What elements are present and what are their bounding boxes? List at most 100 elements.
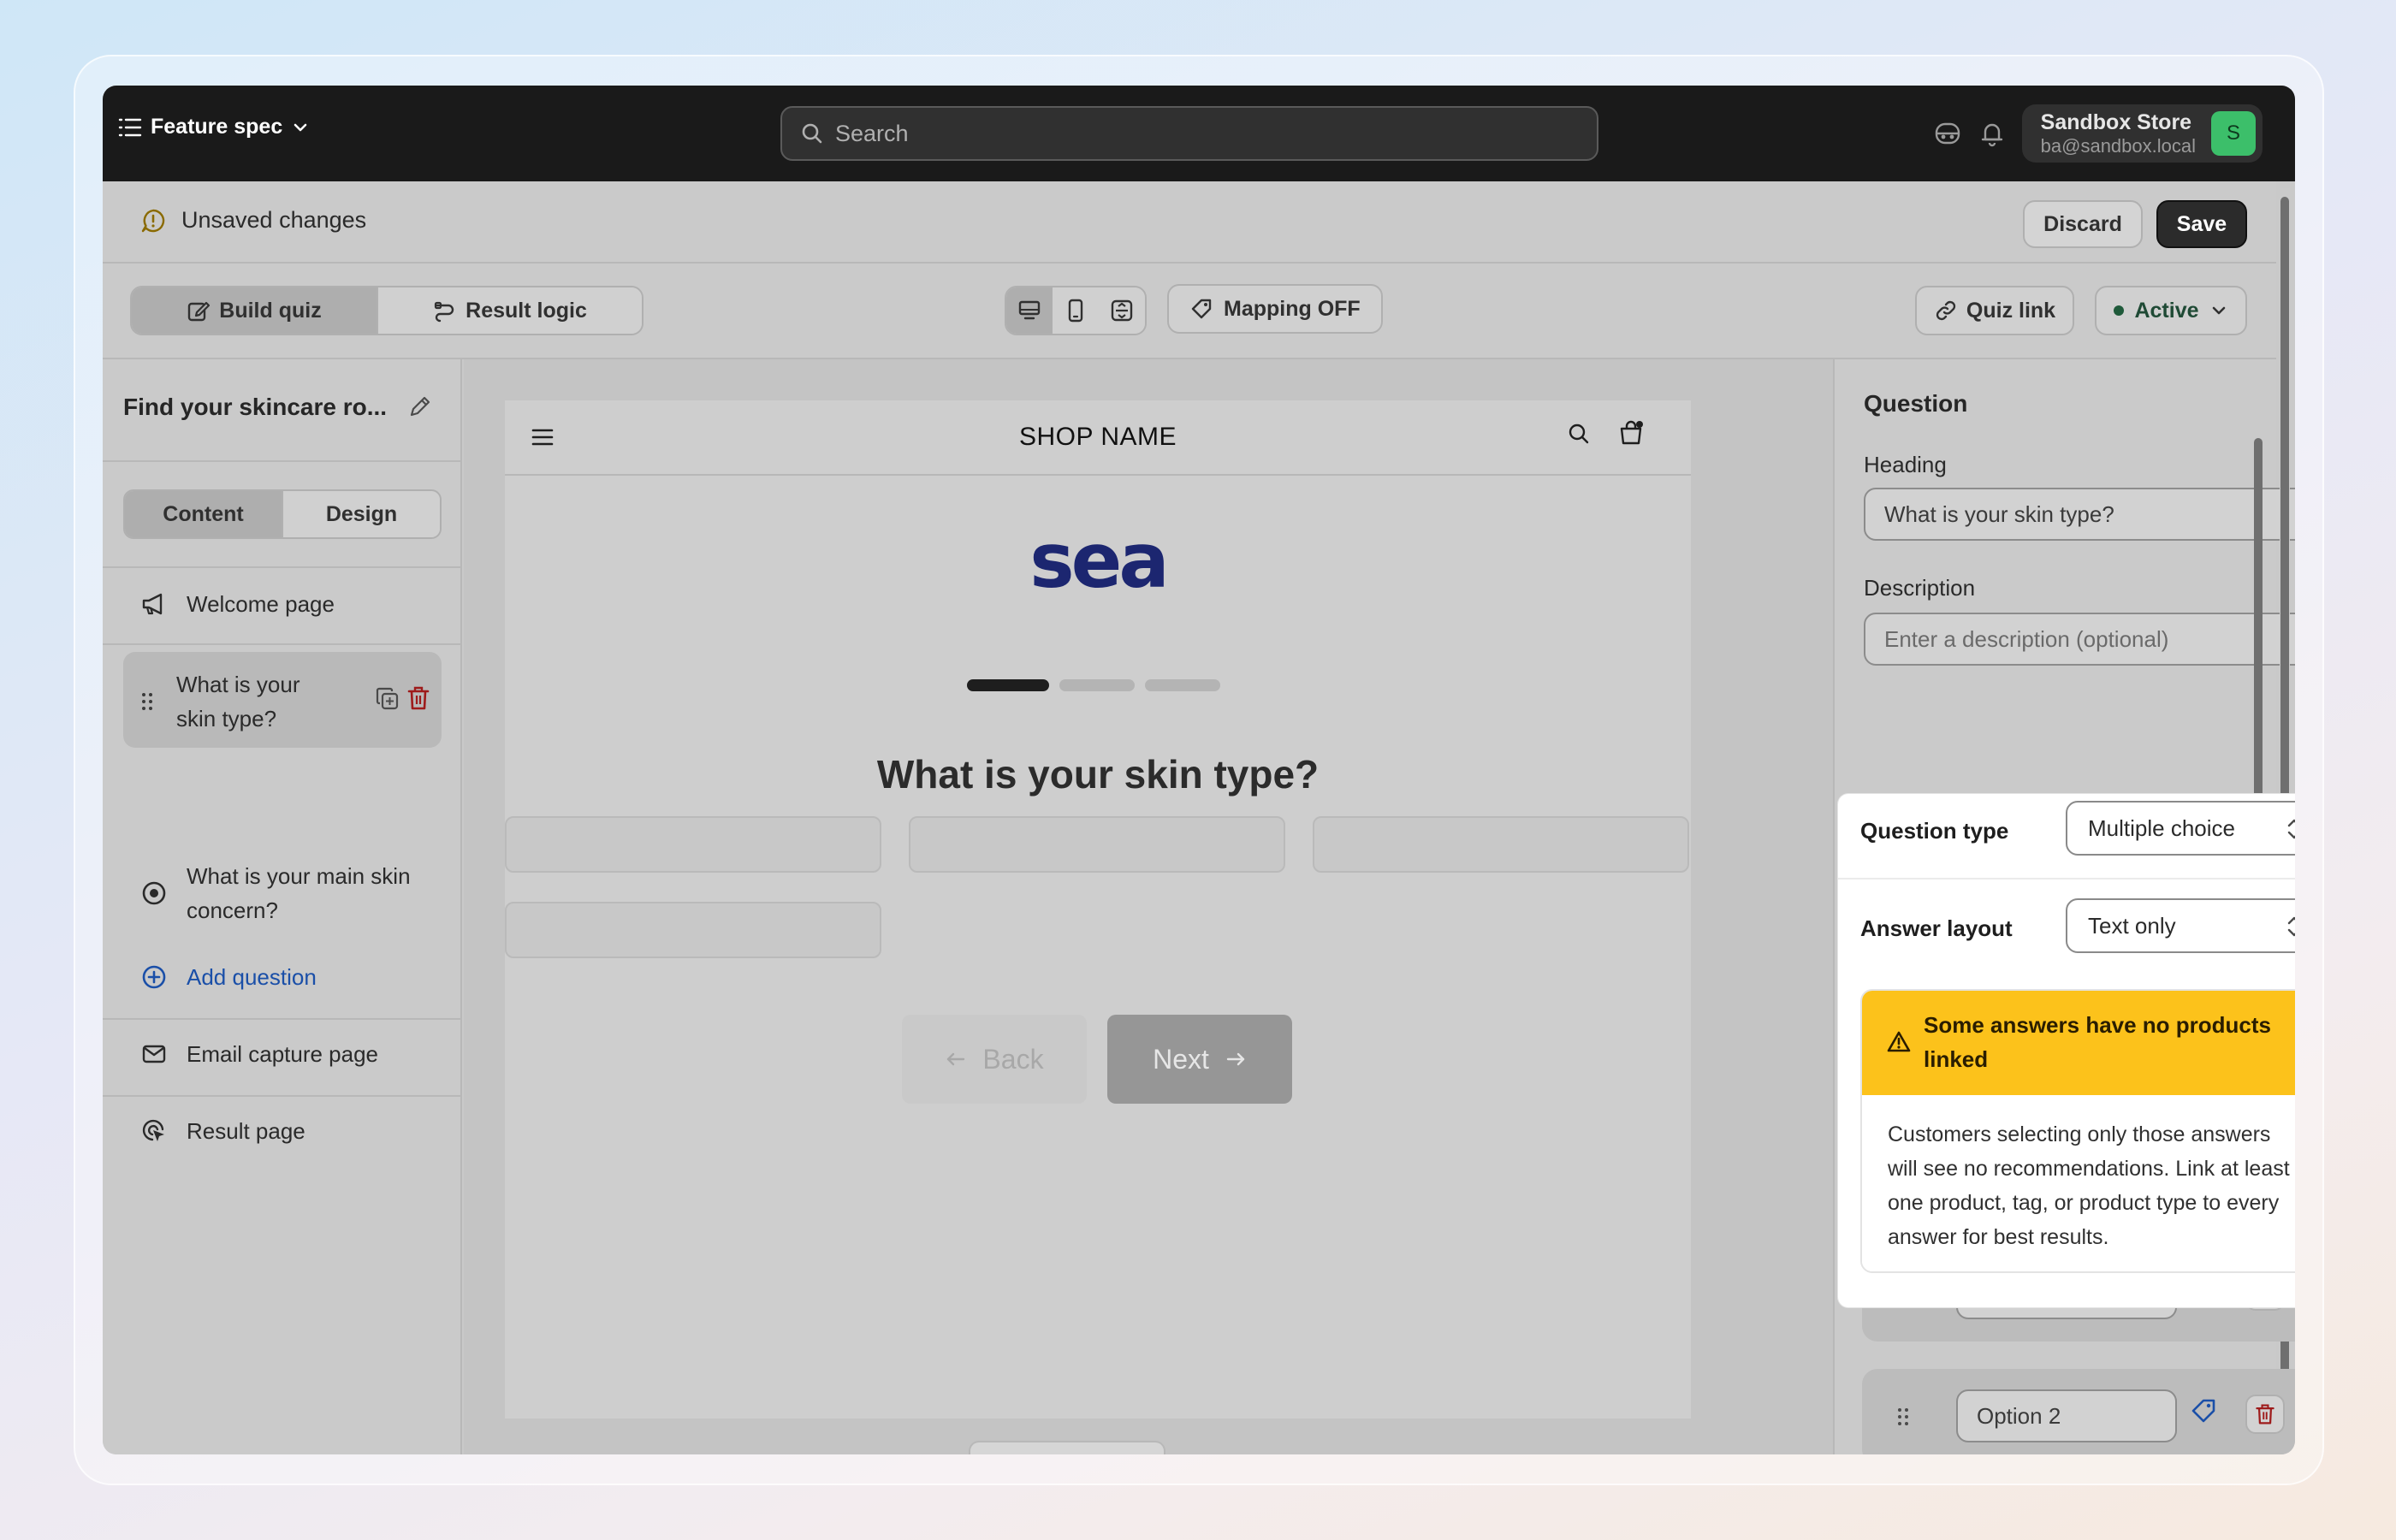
store-email: ba@sandbox.local <box>2040 134 2196 157</box>
warning-title: Some answers have no products linked <box>1924 1012 2272 1072</box>
tag-icon <box>1191 299 1212 319</box>
sidekick-icon[interactable] <box>1933 119 1962 148</box>
tab-design[interactable]: Design <box>282 491 440 537</box>
status-label: Active <box>2134 298 2199 323</box>
divider <box>103 1095 462 1097</box>
tag-icon[interactable] <box>2189 1396 2218 1425</box>
drag-handle-icon[interactable] <box>140 691 154 712</box>
megaphone-icon <box>142 593 163 615</box>
sidebar-item-label: What is your skin type? <box>176 672 300 732</box>
progress-step <box>1059 679 1135 691</box>
tab-build-quiz[interactable]: Build quiz <box>132 287 377 334</box>
answer-placeholder[interactable] <box>909 816 1285 873</box>
shop-name: SHOP NAME <box>1019 423 1177 451</box>
back-button[interactable]: Back <box>902 1015 1087 1104</box>
fullscreen-view-button[interactable] <box>1099 287 1145 334</box>
arrow-left-icon <box>947 1052 965 1066</box>
question-type-label: Question type <box>1860 818 2009 844</box>
question-type-card: Question type Multiple choice Answer lay… <box>1838 794 2295 1307</box>
next-button[interactable]: Next <box>1107 1015 1292 1104</box>
description-label: Description <box>1864 575 1976 601</box>
store-name: Sandbox Store <box>2040 110 2192 134</box>
sidebar-item-label: Email capture page <box>187 1040 379 1067</box>
bell-icon[interactable] <box>1978 119 2007 148</box>
save-button[interactable]: Save <box>2156 200 2247 248</box>
trash-icon[interactable] <box>406 684 431 712</box>
status-dot <box>2114 305 2125 316</box>
divider <box>103 460 462 462</box>
device-switch <box>1005 286 1147 335</box>
divider <box>103 643 462 645</box>
chevron-down-icon <box>294 123 307 131</box>
discard-button[interactable]: Discard <box>2023 200 2143 248</box>
search-icon <box>1569 424 1589 444</box>
store-switcher[interactable]: Sandbox Store ba@sandbox.local S <box>2021 104 2263 163</box>
warning-icon <box>1887 1031 1911 1052</box>
quiz-preview-area: SHOP NAME sea What is your skin type? Ba… <box>464 359 1833 1454</box>
avatar: S <box>2211 111 2256 156</box>
cart-icon <box>1620 420 1643 445</box>
quiz-link-button[interactable]: Quiz link <box>1915 286 2074 335</box>
sidebar-item-welcome-page[interactable]: Welcome page <box>140 590 335 618</box>
trash-icon <box>2256 1404 2274 1424</box>
tab-build-quiz-label: Build quiz <box>219 298 322 323</box>
panel-title: Question <box>1864 390 1968 417</box>
duplicate-icon[interactable] <box>375 686 400 712</box>
expand-icon <box>1111 299 1133 322</box>
next-label: Next <box>1153 1043 1209 1075</box>
warning-title-bar: Some answers have no products linked <box>1862 991 2295 1095</box>
answer-layout-select[interactable]: Text only <box>2066 898 2295 953</box>
edit-icon <box>188 301 211 322</box>
sidebar-item-email-capture[interactable]: Email capture page <box>140 1040 378 1068</box>
select-chevron-icon <box>2287 819 2295 839</box>
sidebar-item-question-2[interactable]: What is your main skin concern? <box>140 859 426 927</box>
sidebar-item-result-page[interactable]: Result page <box>140 1117 305 1145</box>
question-type-value: Multiple choice <box>2088 814 2235 841</box>
drag-handle-icon[interactable] <box>1896 1407 1910 1427</box>
delete-option-button[interactable] <box>2245 1395 2285 1434</box>
sidebar-item-label: Welcome page <box>187 590 335 617</box>
storefront-preview: SHOP NAME sea What is your skin type? Ba… <box>505 400 1691 1419</box>
answer-placeholder[interactable] <box>505 902 881 958</box>
add-question-button[interactable]: Add question <box>140 963 317 991</box>
sidebar-item-label: What is your main skin concern? <box>187 863 411 923</box>
mail-icon <box>142 1045 166 1063</box>
warning-body: Customers selecting only those answers w… <box>1862 1095 2295 1271</box>
app-window: Feature spec Search Sandbox Store ba@san… <box>103 86 2295 1454</box>
mapping-label: Mapping OFF <box>1224 296 1361 321</box>
link-icon <box>1936 300 1956 321</box>
preview-drawer-handle[interactable] <box>969 1441 1165 1454</box>
heading-field[interactable]: What is your skin type? <box>1864 488 2295 541</box>
radio-icon <box>142 881 166 905</box>
desktop-view-button[interactable] <box>1006 287 1053 334</box>
quiz-link-label: Quiz link <box>1966 298 2056 323</box>
tab-result-logic-label: Result logic <box>466 298 587 323</box>
quiz-title: Find your skincare ro... <box>123 394 388 420</box>
description-field[interactable]: Enter a description (optional) <box>1864 613 2295 666</box>
search-placeholder: Search <box>835 120 909 146</box>
status-dropdown[interactable]: Active <box>2095 286 2247 335</box>
tab-content[interactable]: Content <box>125 491 282 537</box>
tab-result-logic[interactable]: Result logic <box>377 287 642 334</box>
target-cursor-icon <box>142 1119 164 1141</box>
left-sidebar: Find your skincare ro... Content Design … <box>103 359 462 1454</box>
divider <box>1838 878 2295 880</box>
search-input[interactable]: Search <box>780 106 1598 161</box>
answer-placeholder[interactable] <box>1313 816 1689 873</box>
sidebar-item-question-1[interactable]: What is your skin type? <box>123 652 442 748</box>
question-type-select[interactable]: Multiple choice <box>2066 801 2295 856</box>
mobile-view-button[interactable] <box>1053 287 1099 334</box>
mapping-toggle[interactable]: Mapping OFF <box>1167 284 1383 334</box>
preview-question: What is your skin type? <box>876 752 1320 797</box>
feature-menu[interactable]: Feature spec <box>118 115 310 139</box>
heading-label: Heading <box>1864 452 1947 477</box>
pencil-icon[interactable] <box>407 394 433 419</box>
add-question-label: Add question <box>187 963 317 990</box>
search-icon <box>802 123 822 144</box>
logic-icon <box>435 301 454 323</box>
divider <box>103 1018 462 1020</box>
back-label: Back <box>982 1043 1044 1075</box>
unsaved-message: Unsaved changes <box>181 207 367 233</box>
answer-placeholder[interactable] <box>505 816 881 873</box>
option-input[interactable]: Option 2 <box>1956 1389 2177 1442</box>
